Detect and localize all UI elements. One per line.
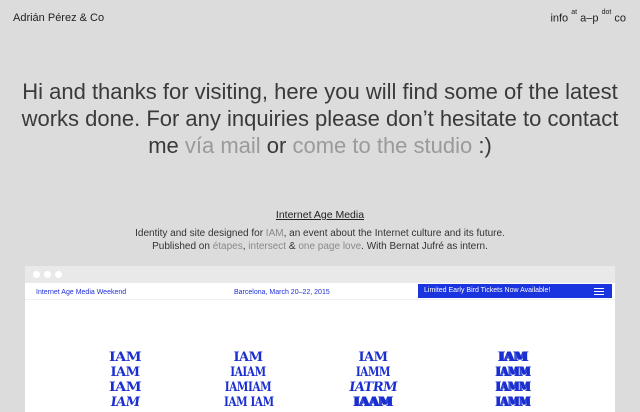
iam-logo: IAM	[109, 380, 142, 395]
studio-link[interactable]: come to the studio	[292, 133, 472, 158]
iam-logo: IAIAM	[230, 365, 266, 380]
hero-line-3-pre: me	[148, 133, 185, 158]
desc-line-2: Published on étapes, intersect & one pag…	[0, 240, 640, 253]
iam-logo: IAM IAM	[224, 395, 274, 410]
hero-line-2: works done. For any inquiries please don…	[21, 106, 619, 131]
hero-line-3-post: :)	[472, 133, 492, 158]
logo-grid: IAM IAM IAM IAM IAM IAIAM IAMIAM IAM IAM…	[25, 350, 615, 412]
menu-icon	[594, 288, 604, 295]
one-page-love-link[interactable]: one page love	[298, 241, 361, 252]
divider	[25, 299, 615, 300]
brand-name[interactable]: Adrián Pérez & Co	[13, 12, 104, 24]
hero-line-1: Hi and thanks for visiting, here you wil…	[22, 79, 618, 104]
contact-email[interactable]: info at a–p dot co	[550, 9, 626, 25]
iam-link[interactable]: IAM	[266, 228, 284, 239]
tickets-cta-button[interactable]: Limited Early Bird Tickets Now Available…	[418, 284, 612, 298]
intersect-link[interactable]: intersect	[248, 241, 286, 252]
iam-logo: IAMM	[355, 365, 391, 380]
mail-link[interactable]: vía mail	[185, 133, 261, 158]
project-description: Identity and site designed for IAM, an e…	[0, 227, 640, 253]
contact-domain: a–p	[580, 12, 599, 25]
iam-logo: IAAM	[353, 395, 393, 410]
iam-logo: IAMM	[495, 365, 531, 380]
browser-toolbar	[25, 266, 615, 283]
desc-2-post: . With Bernat Jufré as intern.	[361, 241, 488, 252]
iam-logo: IAM	[358, 350, 388, 365]
iam-logo: IAM	[109, 395, 141, 410]
hero-intro: Hi and thanks for visiting, here you wil…	[20, 78, 620, 159]
iam-logo: IAM	[110, 365, 140, 380]
iam-logo: IAM	[109, 350, 142, 365]
contact-dot: dot	[601, 9, 612, 16]
desc-line-1: Identity and site designed for IAM, an e…	[0, 227, 640, 240]
sep-2: &	[286, 241, 299, 252]
project-title: Internet Age Media	[0, 209, 640, 221]
desc-1-pre: Identity and site designed for	[135, 228, 266, 239]
iam-logo: IAMM	[495, 395, 531, 410]
logo-column: IAM IAMM IATRM IAAM	[343, 350, 403, 410]
project-title-link[interactable]: Internet Age Media	[276, 209, 364, 221]
site-title: Internet Age Media Weekend	[36, 289, 127, 296]
contact-tld: co	[614, 12, 626, 25]
iam-logo: IAM	[498, 350, 528, 365]
cta-label: Limited Early Bird Tickets Now Available…	[424, 287, 551, 294]
site-date: Barcelona, March 20–22, 2015	[234, 289, 330, 296]
logo-column: IAM IAM IAM IAM	[95, 350, 155, 410]
window-dot-icon	[44, 271, 51, 278]
etapes-link[interactable]: étapes	[213, 241, 243, 252]
hero-line-3: me vía mail or come to the studio :)	[20, 132, 620, 159]
window-dot-icon	[55, 271, 62, 278]
iam-logo: IATRM	[348, 380, 398, 395]
browser-mockup: Internet Age Media Weekend Barcelona, Ma…	[25, 266, 615, 412]
top-bar: Adrián Pérez & Co info at a–p dot co	[0, 0, 640, 40]
iam-logo: IAMM	[495, 380, 531, 395]
hero-or: or	[260, 133, 293, 158]
contact-info: info	[550, 12, 569, 25]
iam-logo: IAM	[233, 350, 263, 365]
desc-2-pre: Published on	[152, 241, 213, 252]
contact-at: at	[571, 9, 578, 16]
logo-column: IAM IAIAM IAMIAM IAM IAM	[218, 350, 278, 410]
desc-1-post: , an event about the Internet culture an…	[283, 228, 505, 239]
window-dot-icon	[33, 271, 40, 278]
iam-logo: IAMIAM	[224, 380, 272, 395]
logo-column: IAM IAMM IAMM IAMM	[483, 350, 543, 410]
